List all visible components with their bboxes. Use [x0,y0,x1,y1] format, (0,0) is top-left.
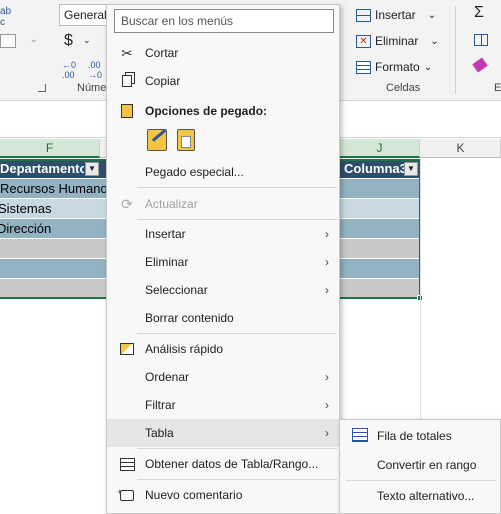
decrease-decimal-top: .00 [88,60,101,70]
fill-icon[interactable] [474,34,488,46]
menu-item-select[interactable]: Seleccionar › [107,276,339,304]
delete-cells-icon: ✕ [356,34,371,48]
submenu-item-convert-to-range[interactable]: Convertir en rango [340,450,500,479]
menu-search-input[interactable]: Buscar en los menús [114,9,334,33]
menu-item-clear-contents-label: Borrar contenido [145,311,234,325]
increase-decimal-button[interactable]: ←0 .00 [62,60,76,80]
chevron-right-icon: › [325,398,329,412]
submenu-item-totals-row-label: Fila de totales [377,428,452,443]
menu-separator [137,333,337,334]
number-format-value: General [64,8,107,22]
column-header-k[interactable]: K [421,139,501,158]
currency-dropdown-icon[interactable]: ⌄ [83,35,91,46]
totals-row-icon [352,428,368,442]
chevron-right-icon: › [325,426,329,440]
editing-group-label: E [494,82,501,94]
menu-item-paste-special[interactable]: Pegado especial... [107,158,339,186]
menu-item-insert-label: Insertar [145,227,186,241]
chevron-right-icon: › [325,283,329,297]
chevron-right-icon: › [325,227,329,241]
menu-item-cut-label: Cortar [145,46,179,60]
format-painter-icon[interactable]: ab c [0,6,18,28]
menu-item-clear-contents[interactable]: Borrar contenido [107,304,339,332]
clipboard-icon [118,102,136,120]
menu-item-refresh: ⟳ Actualizar [107,190,339,218]
paste-icon[interactable] [177,129,195,151]
menu-item-get-data[interactable]: Obtener datos de Tabla/Rango... [107,450,339,478]
column-header-f[interactable]: F [0,139,100,158]
format-cells-button[interactable]: Formato ⌄ [356,60,432,74]
comment-icon: + [117,486,136,504]
menu-item-quick-analysis-label: Análisis rápido [145,342,224,356]
insert-cells-button[interactable]: Insertar ⌄ [356,8,436,22]
menu-item-insert[interactable]: Insertar › [107,220,339,248]
menu-item-sort[interactable]: Ordenar › [107,363,339,391]
wrap-icon[interactable] [0,34,16,48]
menu-item-filter-label: Filtrar [145,398,176,412]
insert-cells-label: Insertar [375,8,416,22]
menu-item-get-data-label: Obtener datos de Tabla/Rango... [145,457,319,471]
menu-item-paste-special-label: Pegado especial... [145,165,244,179]
autosum-button[interactable]: Σ [474,4,484,22]
decrease-decimal-bottom: →0 [88,70,103,80]
chevron-down-icon: ⌄ [427,9,437,21]
dialog-launcher-icon[interactable] [38,84,46,92]
format-cells-label: Formato [375,60,420,74]
increase-decimal-top: ←0 [62,60,77,70]
column-header-j[interactable]: J [340,139,420,158]
submenu-item-alt-text-label: Texto alternativo... [377,488,475,503]
number-format-box[interactable]: General [59,4,111,26]
column-header-f-label: F [45,141,54,155]
paste-options-label: Opciones de pegado: [145,104,268,118]
column-header-j-label: J [376,141,383,155]
chevron-down-icon: ⌄ [430,35,439,47]
insert-cells-icon [356,8,371,22]
increase-decimal-bottom: .00 [62,70,75,80]
menu-item-select-label: Seleccionar [145,283,208,297]
delete-cells-button[interactable]: ✕ Eliminar ⌄ [356,34,439,48]
menu-item-sort-label: Ordenar [145,370,190,384]
chevron-down-icon: ⌄ [423,61,433,73]
number-group-label: Núme [77,82,107,94]
currency-button[interactable]: $ [64,32,73,50]
menu-separator [137,448,337,449]
menu-item-delete[interactable]: Eliminar › [107,248,339,276]
menu-item-table-label: Tabla [145,426,174,440]
menu-item-new-comment[interactable]: + Nuevo comentario [107,481,339,509]
menu-item-copy-label: Copiar [145,74,181,88]
menu-item-new-comment-label: Nuevo comentario [145,488,243,502]
menu-item-filter[interactable]: Filtrar › [107,391,339,419]
quick-analysis-icon [118,340,136,358]
menu-separator [137,479,337,480]
cells-group-label: Celdas [386,82,421,94]
menu-item-copy[interactable]: Copiar [107,67,339,95]
column-header-k-label: K [456,141,465,155]
table-icon [118,455,136,473]
format-cells-icon [356,60,371,74]
paste-options-header: Opciones de pegado: [107,97,339,125]
clear-icon[interactable] [472,57,488,73]
scissors-icon: ✂ [121,44,133,61]
menu-separator [137,187,337,188]
dropdown-arrow-icon[interactable]: ⌄ [30,34,38,45]
menu-item-delete-label: Eliminar [145,255,189,269]
menu-search-placeholder: Buscar en los menús [121,14,234,28]
submenu-item-totals-row[interactable]: Fila de totales [340,421,500,450]
delete-cells-label: Eliminar [375,34,419,48]
copy-icon [118,72,136,90]
context-menu: Buscar en los menús ✂ Cortar Copiar Opci… [106,4,340,514]
submenu-item-alt-text[interactable]: Texto alternativo... [340,481,500,510]
menu-item-cut[interactable]: ✂ Cortar [107,39,339,67]
menu-item-refresh-label: Actualizar [145,197,198,211]
refresh-icon: ⟳ [121,195,133,212]
group-divider [455,6,456,94]
chevron-right-icon: › [325,255,329,269]
table-submenu: Fila de totales Convertir en rango Texto… [339,419,501,514]
chevron-right-icon: › [325,370,329,384]
menu-item-table[interactable]: Tabla › [107,419,339,447]
paste-formatting-icon[interactable] [147,129,167,151]
submenu-item-convert-to-range-label: Convertir en rango [377,457,477,472]
menu-item-quick-analysis[interactable]: Análisis rápido [107,335,339,363]
decrease-decimal-button[interactable]: .00 →0 [88,60,102,80]
